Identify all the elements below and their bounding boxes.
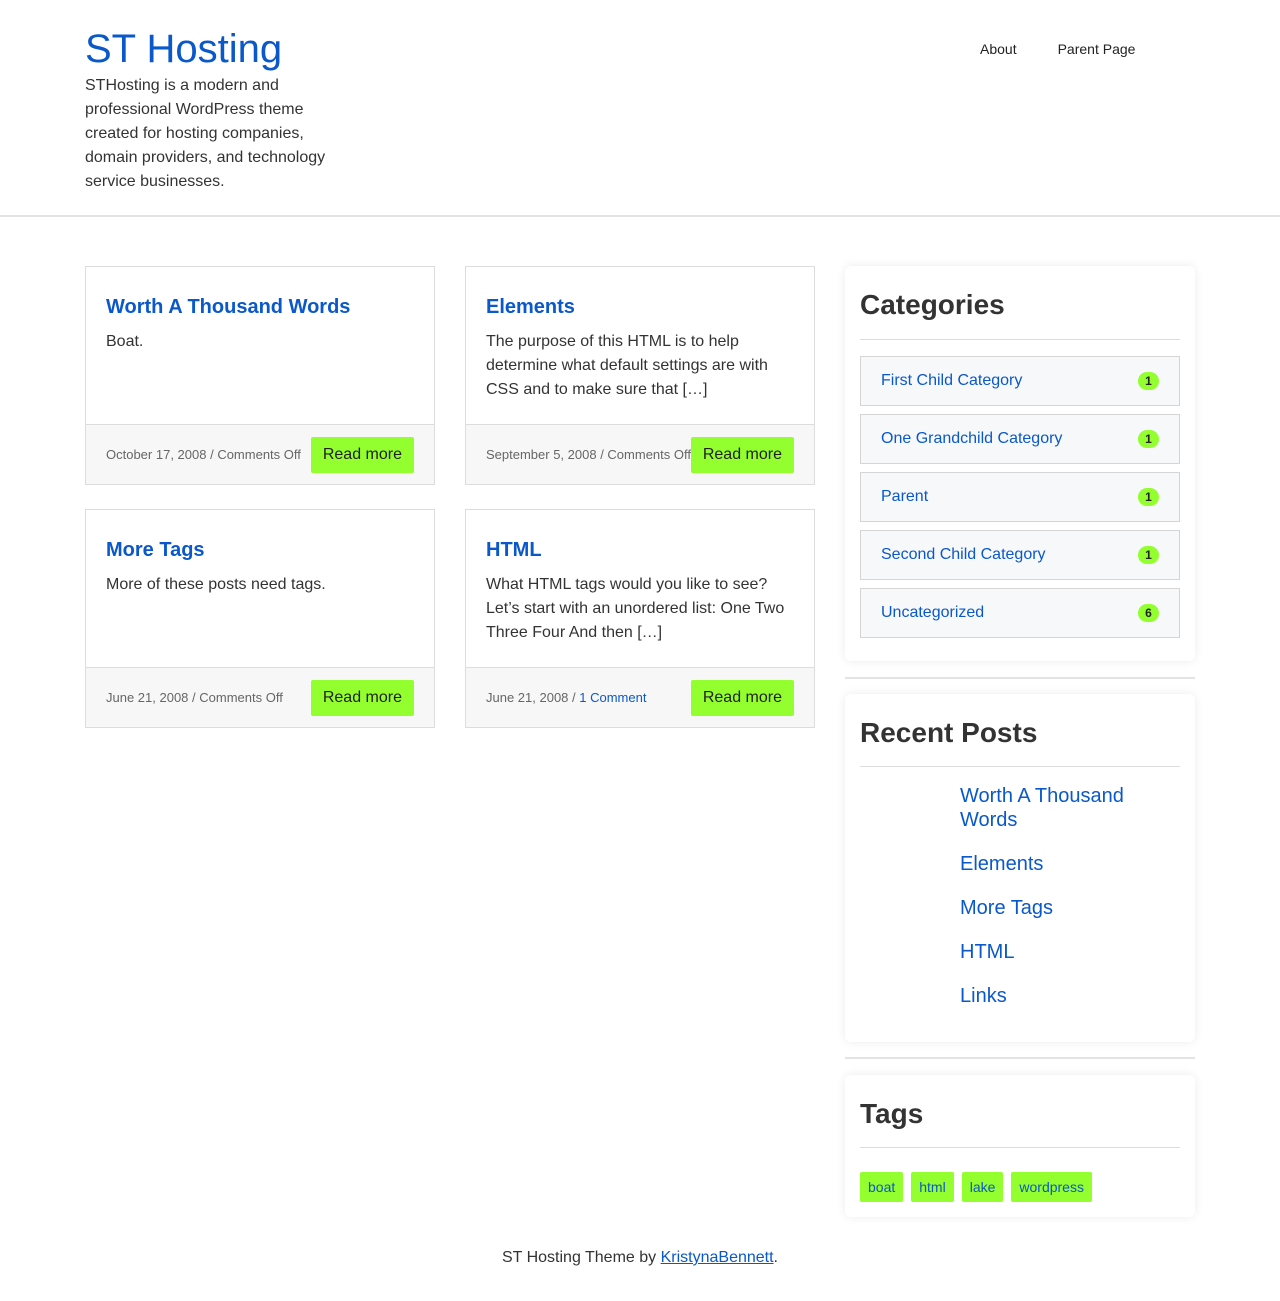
- widget-divider: [860, 766, 1180, 767]
- site-footer: ST Hosting Theme by KristynaBennett.: [0, 1248, 1280, 1268]
- post-meta: October 17, 2008 / Comments Off: [106, 447, 301, 463]
- post-card: Elements The purpose of this HTML is to …: [465, 266, 815, 485]
- read-more-button[interactable]: Read more: [690, 680, 794, 716]
- post-meta: June 21, 2008 / 1 Comment: [486, 690, 646, 706]
- post-excerpt: More of these posts need tags.: [106, 576, 326, 593]
- tag-cloud: boat html lake wordpress: [860, 1172, 1180, 1202]
- meta-separator: /: [596, 447, 608, 462]
- post-meta: September 5, 2008 / Comments Off: [486, 447, 691, 463]
- read-more-button[interactable]: Read more: [690, 437, 794, 473]
- post-card: More Tags More of these posts need tags.…: [85, 509, 435, 728]
- category-count-badge: 1: [1138, 430, 1159, 448]
- post-date: September 5, 2008: [486, 447, 597, 462]
- category-item[interactable]: One Grandchild Category 1: [860, 414, 1180, 464]
- post-date: June 21, 2008: [486, 690, 569, 705]
- comments-link[interactable]: 1 Comment: [579, 690, 646, 705]
- post-card: HTML What HTML tags would you like to se…: [465, 509, 815, 728]
- category-item[interactable]: Uncategorized 6: [860, 588, 1180, 638]
- post-title-link[interactable]: HTML: [486, 538, 794, 562]
- post-excerpt: Boat.: [106, 333, 144, 350]
- post-comments-status: Comments Off: [217, 447, 301, 462]
- category-count-badge: 1: [1138, 488, 1159, 506]
- post-date: October 17, 2008: [106, 447, 207, 462]
- tags-title: Tags: [860, 1098, 924, 1129]
- widget-divider: [860, 1147, 1180, 1148]
- post-excerpt: What HTML tags would you like to see? Le…: [486, 576, 785, 641]
- category-count-badge: 1: [1138, 546, 1159, 564]
- category-item[interactable]: Parent 1: [860, 472, 1180, 522]
- main-navigation: About Parent Page: [980, 40, 1176, 58]
- category-count-badge: 1: [1138, 372, 1159, 390]
- widget-divider: [860, 339, 1180, 340]
- post-date: June 21, 2008: [106, 690, 189, 705]
- post-excerpt: The purpose of this HTML is to help dete…: [486, 333, 768, 398]
- tag-link[interactable]: lake: [961, 1172, 1004, 1202]
- site-description: STHosting is a modern and professional W…: [85, 77, 326, 190]
- recent-post-link[interactable]: Elements: [960, 852, 1180, 876]
- post-meta: June 21, 2008 / Comments Off: [106, 690, 283, 706]
- category-link[interactable]: One Grandchild Category: [881, 430, 1062, 447]
- post-card: Worth A Thousand Words Boat. October 17,…: [85, 266, 435, 485]
- post-comments-status: Comments Off: [199, 690, 283, 705]
- post-footer: September 5, 2008 / Comments Off Read mo…: [466, 424, 814, 484]
- footer-period: .: [773, 1249, 778, 1266]
- post-footer: June 21, 2008 / Comments Off Read more: [86, 667, 434, 727]
- tags-widget: Tags boat html lake wordpress: [845, 1075, 1195, 1217]
- category-link[interactable]: Uncategorized: [881, 604, 984, 621]
- site-branding: ST Hosting STHosting is a modern and pro…: [85, 26, 345, 194]
- post-comments-status: Comments Off: [607, 447, 691, 462]
- recent-post-link[interactable]: HTML: [960, 940, 1180, 964]
- post-footer: October 17, 2008 / Comments Off Read mor…: [86, 424, 434, 484]
- category-item[interactable]: Second Child Category 1: [860, 530, 1180, 580]
- recent-post-link[interactable]: Links: [960, 984, 1180, 1008]
- post-footer: June 21, 2008 / 1 Comment Read more: [466, 667, 814, 727]
- widget-separator: [845, 1057, 1195, 1059]
- tag-link[interactable]: html: [911, 1172, 954, 1202]
- tag-link[interactable]: wordpress: [1011, 1172, 1092, 1202]
- site-title-link[interactable]: ST Hosting: [85, 26, 345, 72]
- post-title-link[interactable]: Worth A Thousand Words: [106, 295, 414, 319]
- post-title-link[interactable]: Elements: [486, 295, 794, 319]
- meta-separator: /: [206, 447, 218, 462]
- site-header: ST Hosting STHosting is a modern and pro…: [0, 0, 1280, 217]
- read-more-button[interactable]: Read more: [310, 437, 414, 473]
- nav-item-parent-page[interactable]: Parent Page: [1058, 40, 1136, 58]
- categories-widget: Categories First Child Category 1 One Gr…: [845, 266, 1195, 661]
- recent-post-link[interactable]: More Tags: [960, 896, 1180, 920]
- widget-separator: [845, 677, 1195, 679]
- recent-posts-title: Recent Posts: [860, 717, 1038, 748]
- category-count-badge: 6: [1138, 604, 1159, 622]
- category-link[interactable]: Second Child Category: [881, 546, 1046, 563]
- category-link[interactable]: Parent: [881, 488, 928, 505]
- tag-link[interactable]: boat: [860, 1172, 904, 1202]
- post-title-link[interactable]: More Tags: [106, 538, 414, 562]
- recent-posts-widget: Recent Posts Worth A Thousand Words Elem…: [845, 694, 1195, 1042]
- recent-post-link[interactable]: Worth A Thousand Words: [960, 784, 1180, 832]
- nav-item-about[interactable]: About: [980, 40, 1017, 58]
- categories-title: Categories: [860, 289, 1005, 320]
- read-more-button[interactable]: Read more: [310, 680, 414, 716]
- meta-separator: /: [568, 690, 580, 705]
- category-item[interactable]: First Child Category 1: [860, 356, 1180, 406]
- meta-separator: /: [188, 690, 200, 705]
- category-link[interactable]: First Child Category: [881, 372, 1022, 389]
- footer-credit-text: ST Hosting Theme by: [502, 1249, 661, 1266]
- footer-author-link[interactable]: KristynaBennett: [661, 1249, 774, 1266]
